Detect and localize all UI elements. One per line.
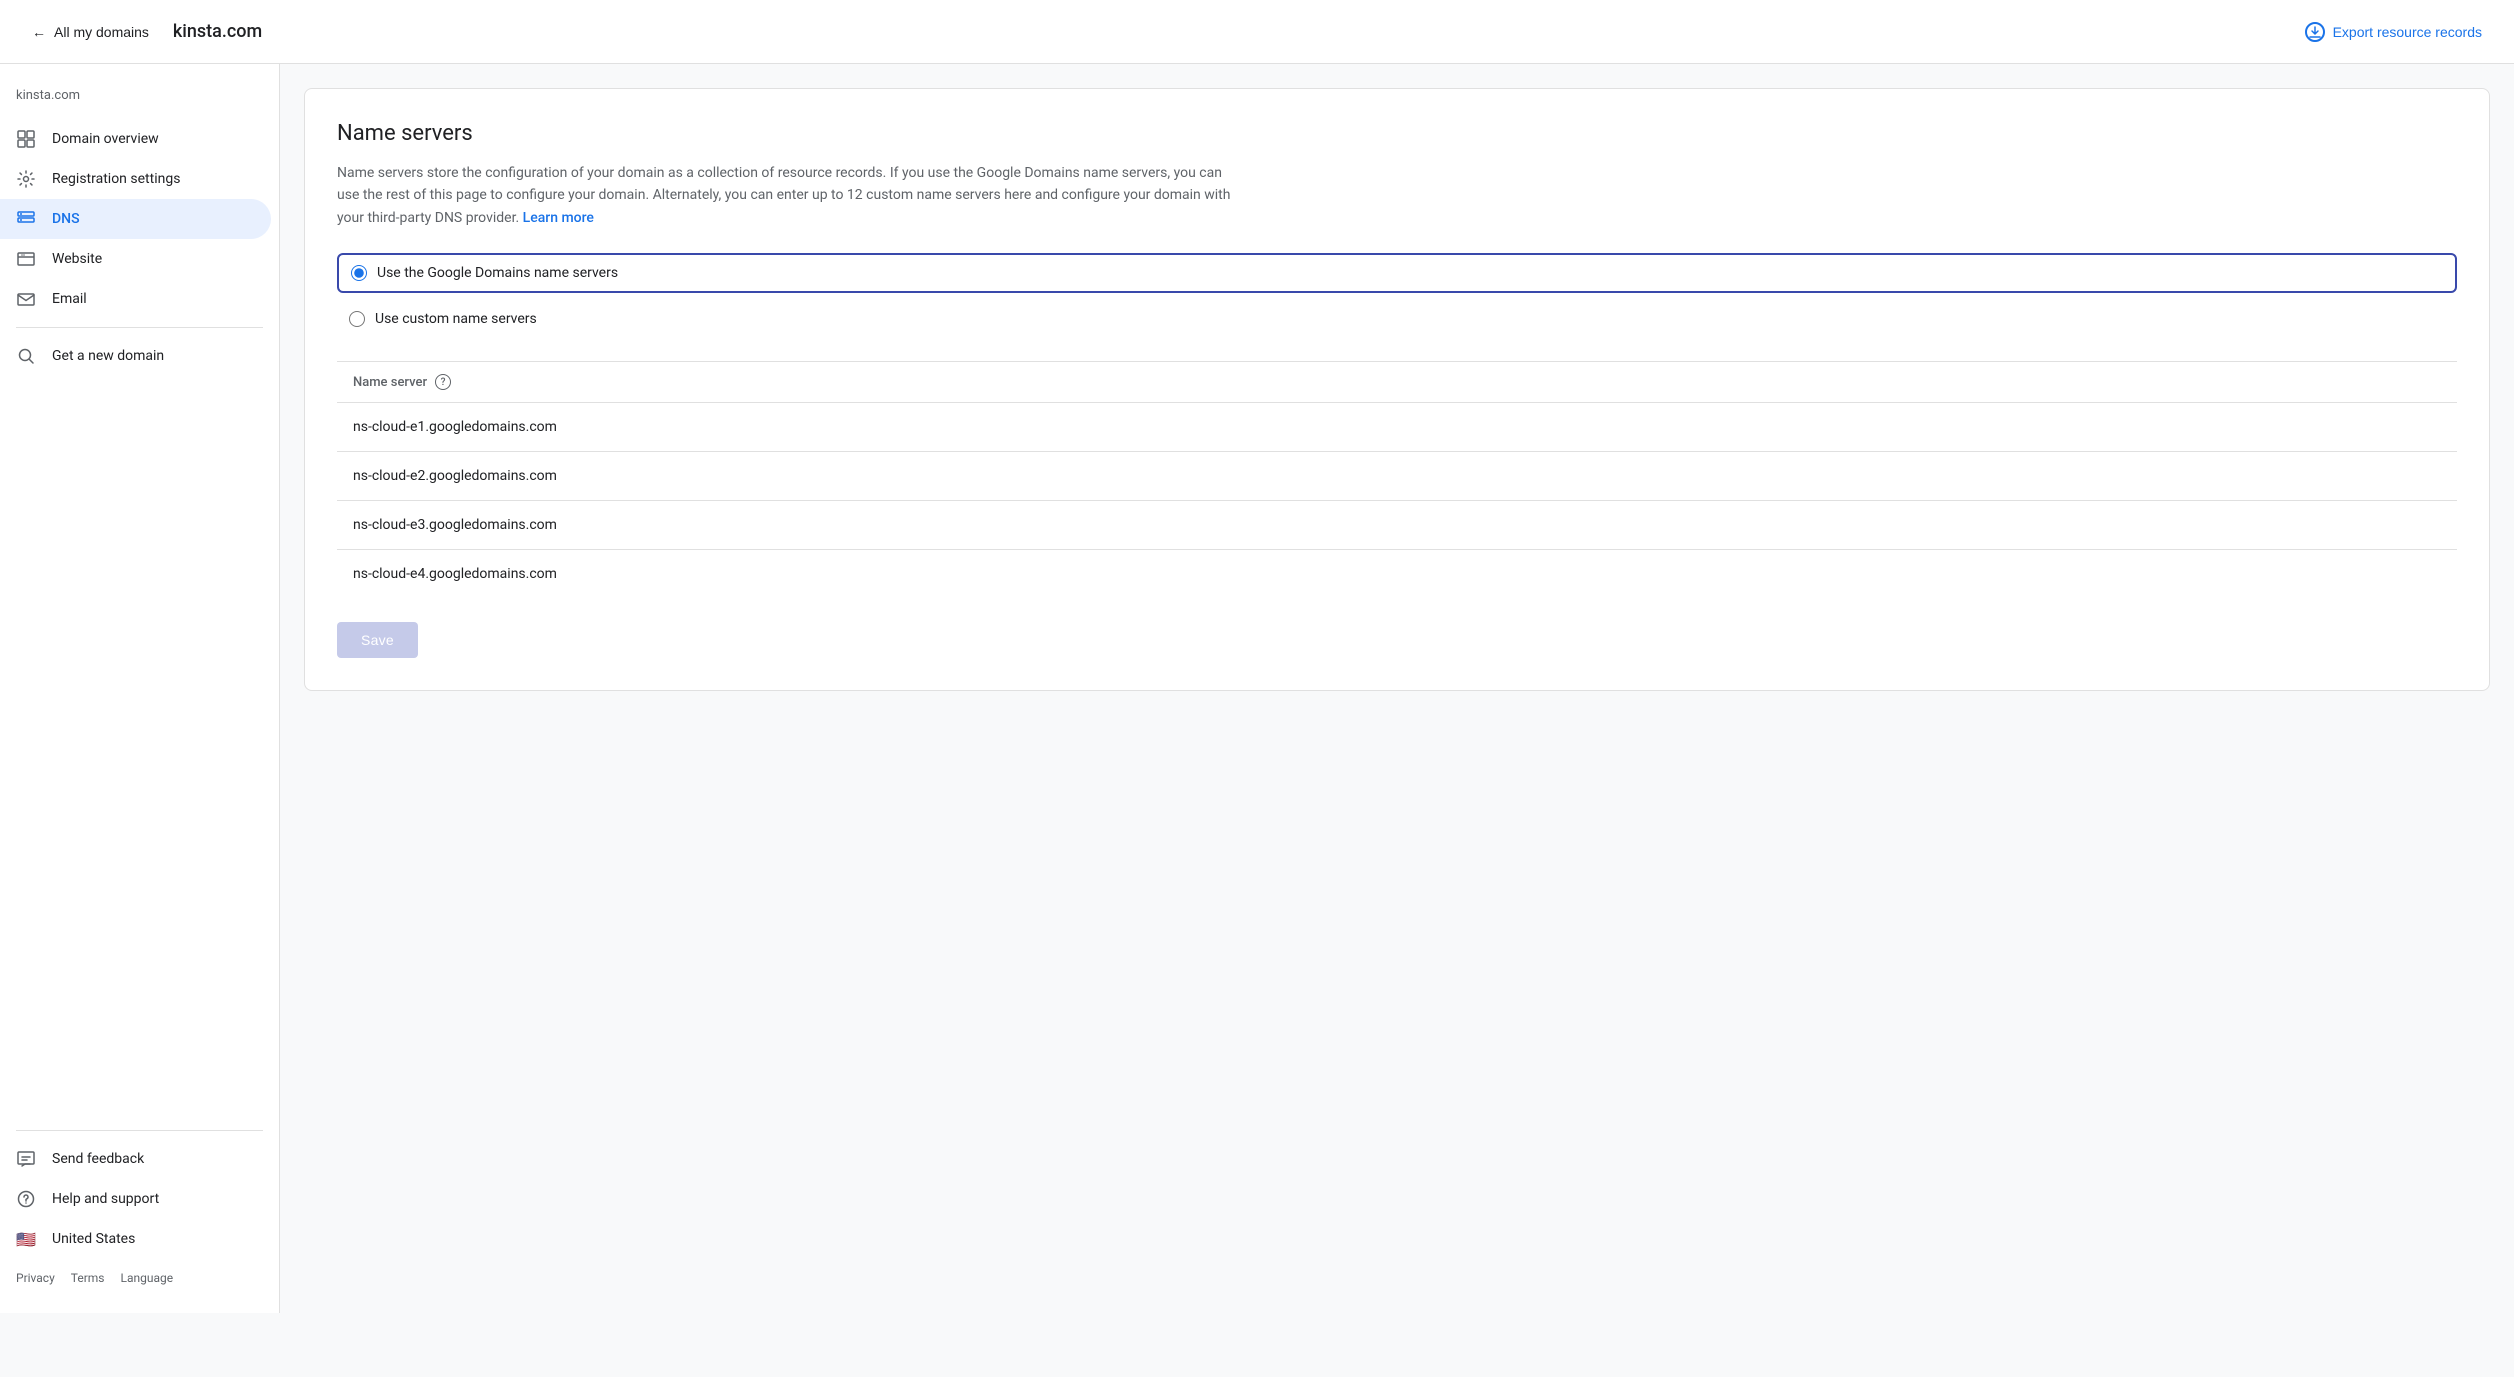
export-label: Export resource records bbox=[2333, 24, 2482, 40]
save-button[interactable]: Save bbox=[337, 622, 418, 658]
back-label: All my domains bbox=[54, 24, 149, 40]
back-button[interactable]: ← All my domains bbox=[24, 20, 157, 44]
sidebar-item-label: Help and support bbox=[52, 1191, 159, 1207]
sidebar-item-get-new-domain[interactable]: Get a new domain bbox=[0, 336, 271, 376]
ns-row-4: ns-cloud-e4.googledomains.com bbox=[337, 549, 2457, 598]
dns-icon bbox=[16, 209, 36, 229]
email-icon bbox=[16, 289, 36, 309]
language-link[interactable]: Language bbox=[121, 1271, 174, 1285]
sidebar-item-united-states[interactable]: 🇺🇸 United States bbox=[0, 1219, 271, 1259]
ns-value-1: ns-cloud-e1.googledomains.com bbox=[353, 419, 557, 435]
description-text: Name servers store the configuration of … bbox=[337, 165, 1230, 226]
website-icon bbox=[16, 249, 36, 269]
us-flag-icon: 🇺🇸 bbox=[16, 1229, 36, 1249]
sidebar-item-label: Get a new domain bbox=[52, 348, 164, 364]
sidebar-item-registration-settings[interactable]: Registration settings bbox=[0, 159, 271, 199]
radio-google-domains[interactable]: Use the Google Domains name servers bbox=[337, 253, 2457, 293]
sidebar-domain-label: kinsta.com bbox=[0, 80, 279, 119]
radio-google-input[interactable] bbox=[351, 265, 367, 281]
radio-custom-label: Use custom name servers bbox=[375, 311, 537, 327]
header-domain-title: kinsta.com bbox=[173, 21, 262, 42]
page-layout: kinsta.com Domain overview Regi bbox=[0, 64, 2514, 1313]
search-icon bbox=[16, 346, 36, 366]
sidebar-divider-1 bbox=[16, 327, 263, 328]
terms-link[interactable]: Terms bbox=[71, 1271, 105, 1285]
sidebar-item-help-support[interactable]: Help and support bbox=[0, 1179, 271, 1219]
header-left: ← All my domains kinsta.com bbox=[24, 20, 262, 44]
top-header: ← All my domains kinsta.com Export resou… bbox=[0, 0, 2514, 64]
sidebar-item-send-feedback[interactable]: Send feedback bbox=[0, 1139, 271, 1179]
sidebar-item-dns[interactable]: DNS bbox=[0, 199, 271, 239]
sidebar-item-email[interactable]: Email bbox=[0, 279, 271, 319]
sidebar-divider-2 bbox=[16, 1130, 263, 1131]
learn-more-link[interactable]: Learn more bbox=[523, 210, 594, 226]
feedback-icon bbox=[16, 1149, 36, 1169]
sidebar-item-label: Registration settings bbox=[52, 171, 180, 187]
sidebar-item-label: United States bbox=[52, 1231, 135, 1247]
ns-value-2: ns-cloud-e2.googledomains.com bbox=[353, 468, 557, 484]
sidebar-item-label: Send feedback bbox=[52, 1151, 144, 1167]
nameserver-table: Name server ? ns-cloud-e1.googledomains.… bbox=[337, 361, 2457, 598]
ns-value-3: ns-cloud-e3.googledomains.com bbox=[353, 517, 557, 533]
sidebar-item-label: Domain overview bbox=[52, 131, 159, 147]
sidebar-item-label: Website bbox=[52, 251, 102, 267]
sidebar-item-label: Email bbox=[52, 291, 87, 307]
name-servers-card: Name servers Name servers store the conf… bbox=[304, 88, 2490, 691]
sidebar-item-label: DNS bbox=[52, 211, 80, 227]
main-content: Name servers Name servers store the conf… bbox=[280, 64, 2514, 1313]
ns-column-label: Name server bbox=[353, 375, 427, 390]
help-circle-icon bbox=[16, 1189, 36, 1209]
ns-row-1: ns-cloud-e1.googledomains.com bbox=[337, 402, 2457, 451]
radio-custom-nameservers[interactable]: Use custom name servers bbox=[337, 301, 2457, 337]
sidebar: kinsta.com Domain overview Regi bbox=[0, 64, 280, 1313]
sidebar-item-domain-overview[interactable]: Domain overview bbox=[0, 119, 271, 159]
back-arrow-icon: ← bbox=[32, 24, 46, 40]
radio-custom-input[interactable] bbox=[349, 311, 365, 327]
privacy-link[interactable]: Privacy bbox=[16, 1271, 55, 1285]
ns-row-3: ns-cloud-e3.googledomains.com bbox=[337, 500, 2457, 549]
ns-help-icon[interactable]: ? bbox=[435, 374, 451, 390]
ns-row-2: ns-cloud-e2.googledomains.com bbox=[337, 451, 2457, 500]
export-resource-records-button[interactable]: Export resource records bbox=[2297, 18, 2490, 46]
sidebar-footer: Privacy Terms Language bbox=[0, 1259, 279, 1297]
grid-icon bbox=[16, 129, 36, 149]
radio-google-label: Use the Google Domains name servers bbox=[377, 265, 618, 281]
ns-table-header: Name server ? bbox=[337, 362, 2457, 402]
sidebar-item-website[interactable]: Website bbox=[0, 239, 271, 279]
export-download-icon bbox=[2305, 22, 2325, 42]
card-description: Name servers store the configuration of … bbox=[337, 162, 1237, 229]
sidebar-bottom: Send feedback Help and support 🇺🇸 United… bbox=[0, 1114, 279, 1297]
ns-value-4: ns-cloud-e4.googledomains.com bbox=[353, 566, 557, 582]
card-title: Name servers bbox=[337, 121, 2457, 146]
settings-icon bbox=[16, 169, 36, 189]
